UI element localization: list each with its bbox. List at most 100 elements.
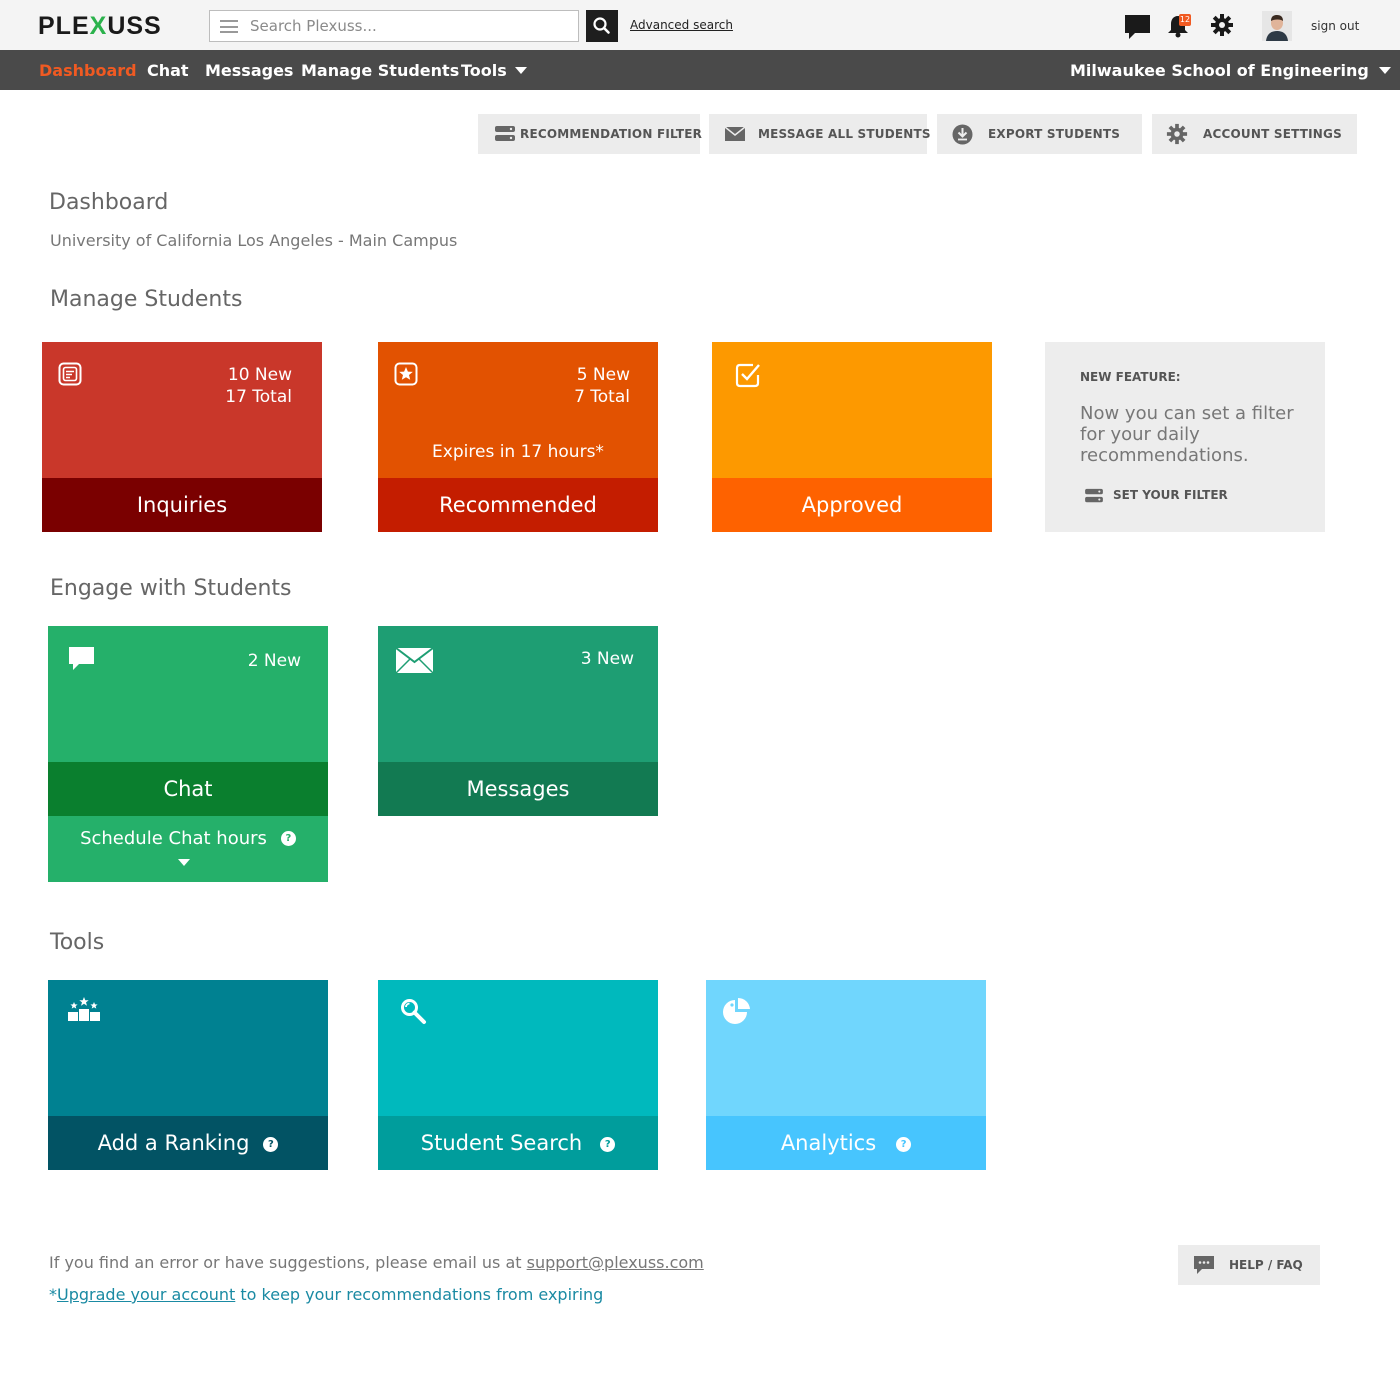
upgrade-text-suffix: to keep your recommendations from expiri… — [235, 1285, 604, 1304]
inquiry-form-icon — [58, 362, 82, 386]
page-subtitle: University of California Los Angeles - M… — [50, 231, 458, 250]
message-all-students-button[interactable]: MESSAGE ALL STUDENTS — [709, 114, 931, 154]
analytics-bottom: Analytics? — [706, 1116, 986, 1170]
recommended-counts: 5 New 7 Total — [574, 364, 630, 408]
search-box — [209, 10, 579, 42]
inquiries-counts: 10 New 17 Total — [225, 364, 292, 408]
chevron-down-icon — [514, 67, 527, 74]
messages-tile[interactable]: 3 New Messages — [378, 626, 658, 816]
magnifier-icon — [593, 17, 610, 34]
main-nav: Dashboard Chat Messages Manage Students … — [0, 50, 1400, 90]
recommendation-filter-label: RECOMMENDATION FILTER — [520, 127, 703, 141]
analytics-tile-top — [706, 980, 986, 1116]
help-icon[interactable]: ? — [600, 1137, 616, 1152]
search-button[interactable] — [586, 10, 618, 42]
search-input[interactable] — [250, 11, 570, 41]
inquiries-label: Inquiries — [42, 478, 322, 532]
notification-badge: 12 — [1179, 14, 1191, 26]
recommended-total-count: 7 Total — [574, 387, 630, 407]
chat-bubble-icon[interactable] — [1124, 14, 1151, 41]
new-feature-panel: NEW FEATURE: Now you can set a filter fo… — [1045, 342, 1325, 532]
inquiries-new-count: 10 New — [227, 365, 292, 385]
gear-icon[interactable] — [1210, 13, 1234, 37]
nav-messages[interactable]: Messages — [205, 61, 293, 80]
set-your-filter-link[interactable]: SET YOUR FILTER — [1113, 488, 1228, 502]
approved-label: Approved — [712, 478, 992, 532]
recommended-tile[interactable]: 5 New 7 Total Expires in 17 hours* Recom… — [378, 342, 658, 532]
help-faq-label: HELP / FAQ — [1229, 1258, 1303, 1272]
help-icon[interactable]: ? — [263, 1137, 279, 1152]
schedule-chat-hours-label: Schedule Chat hours — [80, 828, 267, 849]
sign-out-link[interactable]: sign out — [1311, 19, 1359, 33]
nav-chat[interactable]: Chat — [147, 61, 189, 80]
chat-label: Chat — [48, 762, 328, 816]
school-selector[interactable]: Milwaukee School of Engineering — [1070, 61, 1391, 80]
student-search-label: Student Search — [420, 1131, 583, 1155]
speech-bubble-icon — [1194, 1256, 1214, 1274]
logo-text-end: USS — [107, 12, 162, 40]
star-badge-icon — [394, 362, 418, 386]
envelope-icon — [395, 647, 434, 674]
magnifier-icon — [401, 999, 426, 1024]
hamburger-menu-icon[interactable] — [220, 20, 238, 33]
export-students-button[interactable]: EXPORT STUDENTS — [937, 114, 1142, 154]
export-students-label: EXPORT STUDENTS — [988, 127, 1121, 141]
inquiries-tile[interactable]: 10 New 17 Total Inquiries — [42, 342, 322, 532]
logo-text-x: X — [89, 12, 108, 40]
schedule-chat-hours-row: Schedule Chat hours? — [48, 828, 328, 849]
recommended-tile-top: 5 New 7 Total Expires in 17 hours* — [378, 342, 658, 478]
engage-students-title: Engage with Students — [50, 576, 292, 601]
approved-tile-top — [712, 342, 992, 478]
chat-tile-top: 2 New — [48, 626, 328, 762]
pie-chart-icon — [723, 997, 750, 1024]
feedback-text-prefix: If you find an error or have suggestions… — [49, 1253, 527, 1272]
add-ranking-tile[interactable]: Add a Ranking? — [48, 980, 328, 1170]
approved-tile[interactable]: Approved — [712, 342, 992, 532]
advanced-search-link[interactable]: Advanced search — [630, 18, 733, 32]
help-icon[interactable]: ? — [896, 1137, 912, 1152]
checkbox-icon — [735, 363, 760, 388]
user-avatar[interactable] — [1262, 11, 1292, 41]
nav-tools-label: Tools — [461, 61, 507, 80]
student-search-tile[interactable]: Student Search? — [378, 980, 658, 1170]
schedule-chat-hours[interactable]: Schedule Chat hours? — [48, 816, 328, 882]
nav-dashboard[interactable]: Dashboard — [39, 61, 137, 80]
recommended-new-count: 5 New — [576, 365, 630, 385]
recommended-expiry: Expires in 17 hours* — [432, 442, 604, 462]
new-feature-title: NEW FEATURE: — [1080, 370, 1181, 384]
new-feature-text: Now you can set a filter for your daily … — [1080, 403, 1294, 466]
top-header: PLEXUSS Advanced search 12 — [0, 0, 1400, 50]
student-search-bottom: Student Search? — [378, 1116, 658, 1170]
chat-bubble-icon — [69, 647, 94, 670]
chat-tile[interactable]: 2 New Chat Schedule Chat hours? — [48, 626, 328, 882]
upgrade-account-link[interactable]: Upgrade your account — [57, 1285, 235, 1304]
messages-label: Messages — [378, 762, 658, 816]
manage-students-title: Manage Students — [50, 287, 243, 312]
messages-new-count: 3 New — [580, 649, 634, 669]
upgrade-text: *Upgrade your account to keep your recom… — [49, 1285, 603, 1304]
account-settings-button[interactable]: ACCOUNT SETTINGS — [1152, 114, 1357, 154]
filter-icon — [495, 126, 515, 141]
messages-tile-top: 3 New — [378, 626, 658, 762]
filter-icon — [1085, 488, 1103, 503]
add-ranking-tile-top — [48, 980, 328, 1116]
feedback-text: If you find an error or have suggestions… — [49, 1253, 704, 1272]
envelope-icon — [725, 127, 745, 141]
help-icon[interactable]: ? — [280, 831, 296, 846]
nav-manage-students[interactable]: Manage Students — [301, 61, 459, 80]
add-ranking-label: Add a Ranking — [97, 1131, 250, 1155]
support-email-link[interactable]: support@plexuss.com — [527, 1253, 704, 1272]
nav-tools[interactable]: Tools — [461, 61, 527, 80]
chevron-down-icon[interactable] — [178, 859, 190, 866]
chevron-down-icon — [1378, 67, 1391, 74]
recommendation-filter-button[interactable]: RECOMMENDATION FILTER — [478, 114, 703, 154]
inquiries-total-count: 17 Total — [225, 387, 292, 407]
page-title: Dashboard — [49, 190, 169, 215]
gear-icon — [1166, 123, 1188, 145]
help-faq-button[interactable]: HELP / FAQ — [1178, 1245, 1320, 1285]
account-settings-label: ACCOUNT SETTINGS — [1203, 127, 1342, 141]
download-icon — [952, 124, 973, 145]
analytics-tile[interactable]: Analytics? — [706, 980, 986, 1170]
plexuss-logo[interactable]: PLEXUSS — [38, 12, 162, 41]
analytics-label: Analytics — [780, 1131, 877, 1155]
